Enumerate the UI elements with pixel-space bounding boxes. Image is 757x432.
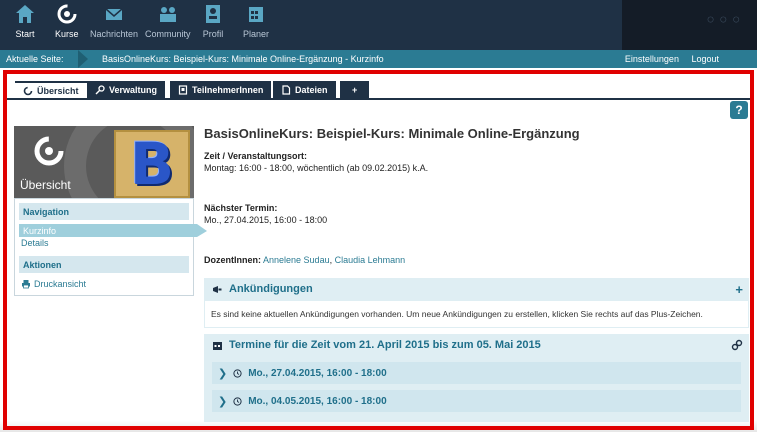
next-date-label: Nächster Termin:: [204, 203, 278, 213]
sidebar-header: Übersicht B: [14, 126, 194, 198]
bottom-fade: [0, 420, 757, 432]
nav-profil[interactable]: Profil: [202, 3, 224, 39]
actions-heading: Aktionen: [19, 256, 189, 273]
nav-start[interactable]: Start: [14, 3, 36, 39]
tab-dateien[interactable]: Dateien: [273, 81, 336, 98]
sidebar-item-print[interactable]: Druckansicht: [21, 279, 86, 289]
link-icon[interactable]: [731, 339, 743, 351]
announcements-title: Ankündigungen: [229, 283, 313, 295]
announcements-body: Es sind keine aktuellen Ankündigungen vo…: [204, 300, 749, 328]
tab-bar: Übersicht Verwaltung TeilnehmerInnen Dat…: [7, 74, 750, 98]
overview-icon: [23, 86, 33, 95]
navigation-heading: Navigation: [19, 203, 189, 220]
announcements-panel: Ankündigungen + Es sind keine aktuellen …: [204, 278, 749, 328]
nav-community-label: Community: [145, 29, 191, 39]
top-navigation: Start Kurse Nachrichten Community Profil…: [0, 0, 757, 50]
nav-start-label: Start: [15, 29, 35, 39]
community-icon: [159, 7, 176, 22]
add-announcement-button[interactable]: +: [735, 282, 743, 297]
megaphone-icon: [213, 285, 222, 293]
home-icon: [16, 5, 34, 23]
lecturers: DozentInnen: Annelene Sudau, Claudia Leh…: [204, 255, 405, 265]
nav-nachrichten-label: Nachrichten: [90, 29, 139, 39]
nav-planer-label: Planer: [243, 29, 270, 39]
tab-uebersicht[interactable]: Übersicht: [15, 81, 87, 98]
lecturers-label: DozentInnen:: [204, 255, 261, 265]
tab-underline: [7, 98, 750, 100]
nav-planer[interactable]: Planer: [243, 3, 269, 39]
tab-uebersicht-label: Übersicht: [37, 85, 79, 96]
tab-add-label: +: [352, 84, 358, 95]
file-icon: [282, 84, 291, 95]
nav-nachrichten[interactable]: Nachrichten: [90, 3, 138, 39]
breadcrumb: Aktuelle Seite: BasisOnlineKurs: Beispie…: [0, 50, 757, 68]
print-label: Druckansicht: [34, 279, 87, 289]
dates-panel: Termine für die Zeit vom 21. April 2015 …: [204, 334, 749, 422]
profile-icon: [206, 5, 220, 23]
help-button[interactable]: ?: [730, 101, 748, 119]
tab-verwaltung-label: Verwaltung: [109, 84, 158, 95]
time-value: Montag: 16:00 - 18:00, wöchentlich (ab 0…: [204, 163, 429, 173]
dates-title: Termine für die Zeit vom 21. April 2015 …: [229, 339, 541, 351]
settings-link[interactable]: Einstellungen: [625, 54, 679, 64]
next-date-value: Mo., 27.04.2015, 16:00 - 18:00: [204, 215, 328, 225]
lecturer-link-2[interactable]: Claudia Lehmann: [335, 255, 406, 265]
dates-header: Termine für die Zeit vom 21. April 2015 …: [204, 334, 749, 356]
clock-icon: [233, 396, 242, 406]
people-icon: [178, 84, 188, 95]
tab-dateien-label: Dateien: [295, 84, 328, 95]
brand-logo-icon: ◦◦◦: [704, 8, 743, 32]
user-links: Einstellungen Logout: [615, 54, 719, 64]
sidebar-item-kurzinfo[interactable]: Kurzinfo: [19, 224, 207, 237]
course-avatar-letter: B: [129, 130, 175, 198]
sidebar-menu: Navigation Kurzinfo Details Aktionen Dru…: [14, 198, 207, 296]
tab-teilnehmer[interactable]: TeilnehmerInnen: [170, 81, 272, 98]
nav-kurse-label: Kurse: [55, 29, 79, 39]
date-item-2[interactable]: ❯ Mo., 04.05.2015, 16:00 - 18:00: [212, 390, 741, 412]
lecturer-link-1[interactable]: Annelene Sudau: [263, 255, 330, 265]
tab-add[interactable]: +: [340, 81, 370, 98]
lecturer-separator: ,: [329, 255, 333, 265]
calendar-icon: [213, 341, 222, 350]
course-title: BasisOnlineKurs: Beispiel-Kurs: Minimale…: [204, 126, 580, 141]
key-icon: [95, 84, 105, 94]
overview-logo-icon: [34, 136, 64, 166]
courses-icon: [57, 4, 77, 24]
tab-teilnehmer-label: TeilnehmerInnen: [192, 84, 264, 95]
announcements-header: Ankündigungen: [204, 278, 749, 300]
chevron-right-icon: ❯: [218, 367, 228, 380]
sidebar-title: Übersicht: [20, 178, 71, 192]
brand-logo-area: ◦◦◦: [622, 0, 757, 50]
logout-link[interactable]: Logout: [691, 54, 719, 64]
nav-profil-label: Profil: [202, 29, 224, 39]
breadcrumb-label: Aktuelle Seite:: [6, 54, 64, 64]
sidebar: Übersicht B Navigation Kurzinfo Details …: [14, 126, 207, 426]
printer-icon: [22, 280, 30, 289]
date-item-2-label: Mo., 04.05.2015, 16:00 - 18:00: [248, 395, 387, 407]
clock-icon: [233, 368, 242, 378]
breadcrumb-arrow-icon: [78, 50, 88, 68]
sidebar-item-details[interactable]: Details: [21, 238, 49, 248]
nav-kurse[interactable]: Kurse: [55, 3, 79, 39]
planner-icon: [249, 7, 263, 22]
chevron-right-icon: ❯: [218, 395, 228, 408]
nav-community[interactable]: Community: [145, 3, 191, 39]
date-item-1[interactable]: ❯ Mo., 27.04.2015, 16:00 - 18:00: [212, 362, 741, 384]
date-item-1-label: Mo., 27.04.2015, 16:00 - 18:00: [248, 367, 387, 379]
breadcrumb-path: BasisOnlineKurs: Beispiel-Kurs: Minimale…: [102, 54, 384, 64]
mail-icon: [105, 8, 123, 20]
course-avatar: B: [114, 130, 190, 198]
tab-verwaltung[interactable]: Verwaltung: [87, 81, 166, 98]
time-label: Zeit / Veranstaltungsort:: [204, 151, 308, 161]
